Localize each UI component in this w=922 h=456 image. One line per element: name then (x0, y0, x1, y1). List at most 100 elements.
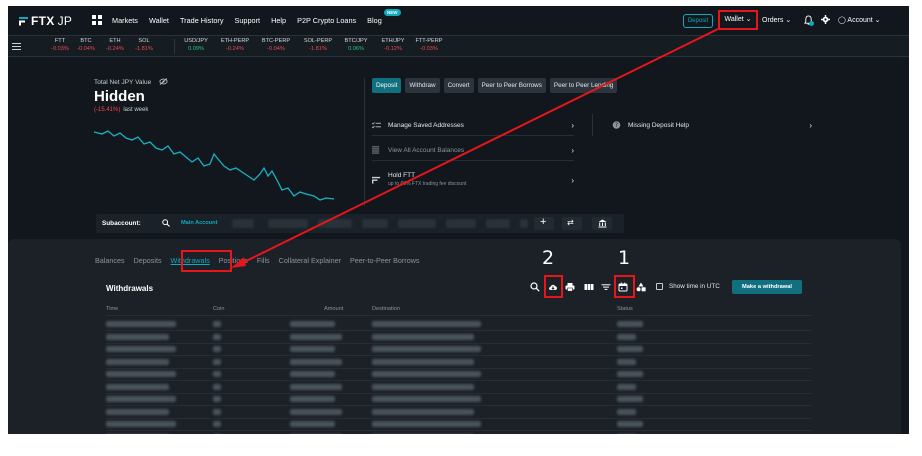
withdraw-action-button[interactable]: Withdraw (405, 78, 440, 93)
orders-menu[interactable]: Orders ⌄ (762, 16, 791, 24)
col-destination[interactable]: Destination (372, 306, 400, 312)
weekly-change: (-15.41%) last week (94, 107, 148, 113)
logo[interactable]: FTX JP (19, 14, 72, 28)
search-icon[interactable] (530, 282, 540, 292)
chevron-down-icon: ⌄ (785, 17, 792, 24)
subaccount-chip[interactable] (268, 219, 308, 228)
bank-button[interactable] (592, 217, 612, 230)
transfer-button[interactable]: ⇄ (562, 217, 582, 230)
col-status[interactable]: Status (617, 306, 633, 312)
withdrawals-panel: Balances Deposits Withdrawals Positions … (8, 239, 901, 434)
blurred-cell (617, 408, 636, 415)
hamburger-icon[interactable] (12, 43, 21, 50)
subaccount-chip[interactable] (446, 219, 476, 228)
subaccount-chip[interactable] (398, 219, 436, 228)
ticker-item[interactable]: FTT-PERP -0.03% (411, 38, 447, 52)
row-divider (106, 417, 812, 419)
ftt-icon (372, 176, 381, 184)
ticker-item[interactable]: ETH/JPY -0.12% (375, 38, 411, 52)
tab-balances[interactable]: Balances (95, 256, 125, 265)
blurred-cell (372, 371, 481, 377)
deposit-button[interactable]: Deposit (683, 14, 713, 28)
subaccount-chip[interactable] (362, 219, 388, 228)
weekly-change-pct: (-15.41%) (94, 107, 121, 113)
col-coin[interactable]: Coin (213, 306, 225, 312)
nav-help[interactable]: Help (271, 16, 286, 25)
withdrawals-title: Withdrawals (106, 284, 154, 293)
blurred-cell (213, 333, 221, 340)
subaccount-chip[interactable] (232, 219, 254, 228)
tab-collateral-explainer[interactable]: Collateral Explainer (279, 256, 341, 265)
utc-checkbox[interactable] (656, 283, 663, 290)
missing-deposit-label: Missing Deposit Help (628, 122, 690, 129)
ticker-symbol: USD/JPY (184, 38, 208, 44)
wallet-menu[interactable]: Wallet ⌄ (718, 10, 758, 30)
p2p-lending-button[interactable]: Peer to Peer Lending (549, 78, 618, 93)
manage-addresses-link[interactable]: Manage Saved Addresses › (372, 114, 574, 136)
ticker-symbol: BTC-PERP (261, 38, 291, 44)
nav-wallet[interactable]: Wallet (149, 16, 169, 25)
blurred-cell (213, 346, 221, 352)
add-subaccount-button[interactable]: + (534, 216, 554, 230)
hold-ftt-link[interactable]: Hold FTT up to 60% FTX trading fee disco… (372, 164, 574, 194)
col-time[interactable]: Time (106, 306, 118, 312)
deposit-action-button[interactable]: Deposit (372, 78, 402, 93)
convert-action-button[interactable]: Convert (443, 78, 474, 93)
ticker-item[interactable]: ETH-PERP -0.24% (217, 38, 253, 52)
ticker-item[interactable]: USD/JPY 0.09% (178, 38, 214, 52)
hold-ftt-sublabel: up to 60% FTX trading fee discount (388, 181, 467, 187)
tab-fills[interactable]: Fills (257, 256, 270, 265)
filter-icon[interactable] (601, 282, 611, 292)
ticker-symbol: ETH-PERP (220, 38, 250, 44)
blurred-cell (372, 433, 474, 434)
nav-blog[interactable]: Blog (367, 16, 382, 25)
nav-trade-history[interactable]: Trade History (180, 16, 224, 25)
tab-p2p-borrows[interactable]: Peer-to-Peer Borrows (350, 256, 420, 265)
blurred-cell (213, 358, 221, 365)
blurred-cell (617, 383, 636, 390)
blurred-cell (617, 333, 636, 340)
apps-icon[interactable] (92, 15, 102, 25)
subaccount-chip[interactable] (486, 219, 510, 228)
blurred-cell (290, 421, 335, 427)
view-balances-link[interactable]: View All Account Balances › (372, 139, 574, 161)
blurred-cell (213, 421, 221, 427)
blurred-cell (290, 321, 335, 327)
ticker-bar: FTT -0.03% BTC -0.04% ETH -0.24% SOL -1.81% USD/… (8, 36, 909, 57)
columns-icon[interactable] (584, 282, 594, 292)
row-divider (106, 392, 812, 394)
nav-markets[interactable]: Markets (112, 16, 138, 25)
search-icon[interactable] (162, 219, 170, 227)
app-window: FTX JP Markets Wallet Trade History Suppo… (8, 6, 909, 434)
blurred-cell (213, 408, 221, 415)
blurred-cell (106, 333, 169, 340)
subaccount-chip[interactable] (318, 219, 352, 228)
blurred-cell (213, 321, 221, 327)
gear-icon[interactable] (821, 15, 830, 24)
ticker-item[interactable]: SOL-PERP -1.81% (300, 38, 336, 52)
subaccount-main[interactable]: Main Account (181, 220, 217, 226)
row-divider (106, 367, 812, 369)
nav-support[interactable]: Support (235, 16, 261, 25)
eye-slash-icon[interactable] (159, 78, 168, 85)
ticker-item[interactable]: SOL -1.81% (126, 38, 162, 52)
ticker-item[interactable]: BTC-PERP -0.04% (258, 38, 294, 52)
total-net-value: Hidden (94, 88, 145, 105)
subaccount-chip[interactable] (520, 219, 528, 228)
account-menu[interactable]: ◯ Account ⌄ (838, 16, 881, 24)
missing-deposit-link[interactable]: ? Missing Deposit Help › (612, 114, 812, 136)
top-nav: FTX JP Markets Wallet Trade History Suppo… (8, 6, 909, 36)
make-withdrawal-button[interactable]: Make a withdrawal (732, 280, 802, 294)
shapes-icon[interactable] (636, 282, 646, 292)
blurred-cell (106, 433, 169, 434)
ticker-item[interactable]: BTC/JPY 0.06% (338, 38, 374, 52)
nav-p2p-loans[interactable]: P2P Crypto Loans (297, 16, 356, 25)
col-amount[interactable]: Amount (324, 306, 343, 312)
chevron-down-icon: ⌄ (874, 17, 881, 24)
blurred-cell (290, 371, 335, 377)
nav-links: Markets Wallet Trade History Support Hel… (112, 16, 393, 25)
tab-deposits[interactable]: Deposits (134, 256, 162, 265)
print-icon[interactable] (565, 282, 575, 292)
ticker-divider (174, 39, 175, 54)
p2p-borrows-button[interactable]: Peer to Peer Borrows (477, 78, 546, 93)
